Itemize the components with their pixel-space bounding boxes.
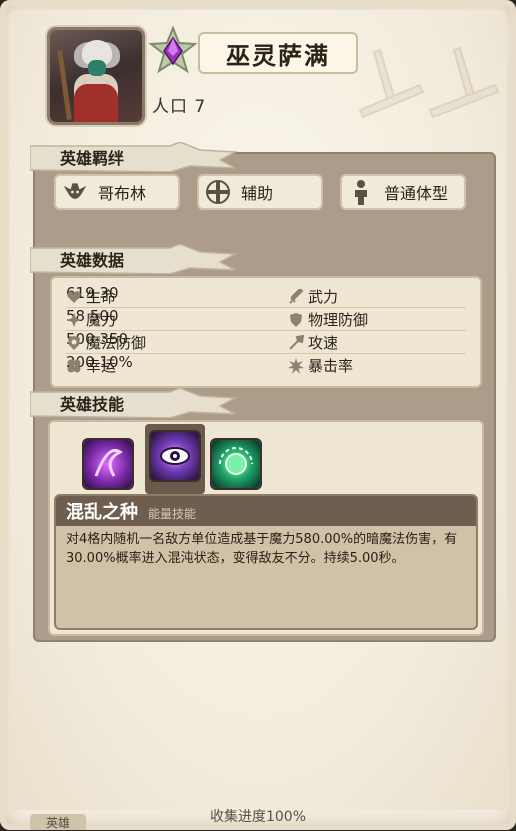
stat-magic-def: 魔法防御 [66, 332, 146, 353]
stat-label: 魔力 [86, 311, 117, 329]
shield-icon [288, 312, 304, 328]
body-size-icon [348, 179, 374, 205]
section-banner-bonds: 英雄羁绊 [30, 142, 238, 172]
stats-table: 生命 619 武力 30 魔力 58 物理防御 500 魔法防御 500 攻速 … [50, 276, 482, 388]
stat-force: 武力 [288, 286, 338, 307]
bond-tag-goblin[interactable]: 哥布林 [54, 174, 180, 210]
bond-tag-support[interactable]: 辅助 [197, 174, 323, 210]
stat-label: 魔法防御 [86, 334, 147, 352]
luck-icon [66, 358, 82, 374]
stat-label: 物理防御 [308, 311, 369, 329]
hero-portrait [50, 30, 142, 122]
skill-type: 能量技能 [148, 506, 197, 521]
section-title-skills: 英雄技能 [60, 395, 125, 414]
heart-icon [66, 289, 82, 305]
stat-label: 生命 [86, 288, 117, 306]
section-title-stats: 英雄数据 [60, 251, 125, 270]
skill-description: 对4格内随机一名敌方单位造成基于魔力580.00%的暗魔法伤害，有30.00%概… [66, 532, 458, 566]
stats-row: 生命 619 武力 30 [66, 284, 466, 308]
stat-crit: 暴击率 [288, 355, 353, 376]
stat-label: 暴击率 [308, 357, 354, 375]
stat-magic: 魔力 [66, 309, 116, 330]
goblin-head-icon [62, 179, 88, 205]
sword-icon [288, 288, 304, 305]
section-banner-stats: 英雄数据 [30, 244, 238, 274]
stat-luck: 幸运 [66, 355, 116, 376]
collection-progress-text: 收集进度100% [209, 809, 307, 825]
purple-gem-star-icon [148, 26, 198, 74]
stat-label: 幸运 [86, 357, 117, 375]
skill-name: 混乱之种 [66, 502, 138, 523]
hero-population: 人口 7 [152, 97, 207, 117]
stats-row: 幸运 200 暴击率 10% [66, 353, 466, 376]
green-orb-skill-icon[interactable] [212, 440, 260, 488]
stats-row: 魔力 58 物理防御 500 [66, 307, 466, 331]
skill-detail-card: 混乱之种 能量技能 对4格内随机一名敌方单位造成基于魔力580.00%的暗魔法伤… [54, 494, 478, 630]
skill-header: 混乱之种 能量技能 [56, 496, 476, 526]
bond-label-goblin: 哥布林 [98, 184, 147, 203]
stat-label: 攻速 [308, 334, 339, 352]
stat-hp: 生命 [66, 286, 116, 307]
magic-shield-icon [66, 335, 82, 351]
bond-tag-body-size[interactable]: 普通体型 [340, 174, 466, 210]
bond-label-body-size: 普通体型 [384, 184, 449, 203]
crit-icon [288, 357, 304, 374]
purple-vortex-skill-icon[interactable] [84, 440, 132, 488]
chaos-eye-skill-icon[interactable] [151, 432, 199, 480]
section-banner-skills: 英雄技能 [30, 388, 238, 418]
stat-label: 武力 [308, 288, 339, 306]
stats-row: 魔法防御 500 攻速 350 [66, 330, 466, 354]
magic-icon [66, 312, 82, 328]
section-title-bonds: 英雄羁绊 [60, 149, 125, 168]
bond-label-support: 辅助 [241, 184, 274, 203]
stat-phys-def: 物理防御 [288, 309, 368, 330]
hero-name: 巫灵萨满 [198, 32, 358, 74]
support-cross-icon [205, 179, 231, 205]
attack-speed-icon [288, 334, 304, 351]
stat-attack-speed: 攻速 [288, 332, 338, 353]
